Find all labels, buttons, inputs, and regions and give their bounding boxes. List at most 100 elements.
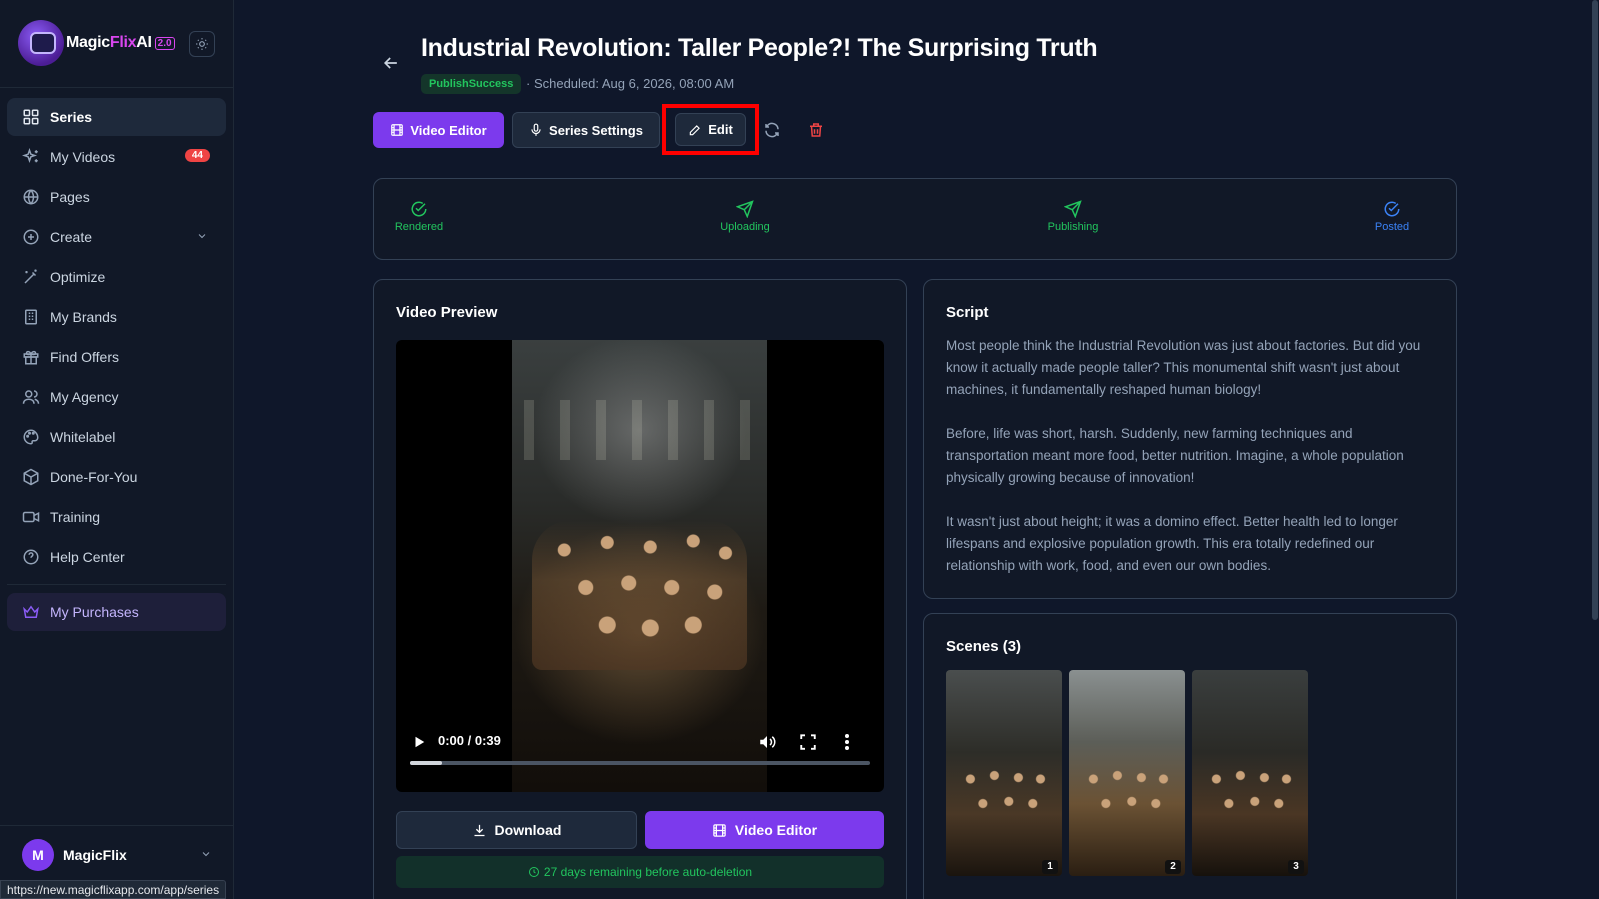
sidebar-divider <box>7 584 226 585</box>
app-logo[interactable]: MagicFlixAI 2.0 <box>18 20 175 66</box>
sidebar-item-label: Whitelabel <box>50 429 116 445</box>
sidebar-item-my-agency[interactable]: My Agency <box>7 378 226 416</box>
seek-bar[interactable] <box>410 761 870 765</box>
sidebar-item-my-brands[interactable]: My Brands <box>7 298 226 336</box>
video-preview-panel: Video Preview 0:00 / 0:39 Download Video… <box>373 279 907 899</box>
sidebar-item-label: Done-For-You <box>50 469 138 485</box>
clock-icon <box>528 867 539 877</box>
edit-button[interactable]: Edit <box>675 113 746 146</box>
chevron-down-icon <box>202 852 210 857</box>
sidebar-item-my-purchases[interactable]: My Purchases <box>7 593 226 631</box>
sparkles-icon <box>22 148 40 166</box>
sidebar-item-done-for-you[interactable]: Done-For-You <box>7 458 226 496</box>
refresh-icon[interactable] <box>763 121 781 139</box>
script-title: Script <box>946 304 989 321</box>
scene-thumbnail[interactable]: 3 <box>1192 670 1308 876</box>
video-time: 0:00 / 0:39 <box>438 733 501 748</box>
sidebar-header: MagicFlixAI 2.0 <box>0 0 233 88</box>
sidebar-item-label: Find Offers <box>50 349 119 365</box>
sidebar-item-find-offers[interactable]: Find Offers <box>7 338 226 376</box>
fullscreen-icon[interactable] <box>799 733 817 751</box>
step-rendered: Rendered <box>374 200 464 233</box>
users-icon <box>22 388 40 406</box>
sidebar-item-pages[interactable]: Pages <box>7 178 226 216</box>
microphone-icon <box>531 123 541 136</box>
script-panel: Script Most people think the Industrial … <box>923 279 1457 599</box>
user-name: MagicFlix <box>63 847 127 863</box>
scene-thumbnail[interactable]: 2 <box>1069 670 1185 876</box>
main-content: Industrial Revolution: Taller People?! T… <box>234 0 1599 899</box>
play-icon[interactable] <box>412 735 426 749</box>
factory-workers-image <box>532 520 747 670</box>
back-arrow-icon[interactable] <box>381 53 401 73</box>
logo-text: MagicFlixAI <box>66 34 152 51</box>
sidebar-nav: Series My Videos 44 Pages Create Optimiz… <box>0 88 233 631</box>
videos-count-badge: 44 <box>184 149 210 162</box>
send-icon <box>736 200 754 218</box>
sidebar-item-label: My Agency <box>50 389 119 405</box>
video-editor-bottom-button[interactable]: Video Editor <box>645 811 884 849</box>
video-icon <box>22 508 40 526</box>
help-circle-icon <box>22 548 40 566</box>
script-paragraph: Most people think the Industrial Revolut… <box>946 338 1421 397</box>
script-paragraph: Before, life was short, harsh. Suddenly,… <box>946 426 1404 485</box>
grid-icon <box>22 108 40 126</box>
sidebar-item-my-videos[interactable]: My Videos 44 <box>7 138 226 176</box>
sidebar-item-optimize[interactable]: Optimize <box>7 258 226 296</box>
sidebar-item-whitelabel[interactable]: Whitelabel <box>7 418 226 456</box>
edit-highlight: Edit <box>662 104 759 155</box>
sidebar-item-help-center[interactable]: Help Center <box>7 538 226 576</box>
video-editor-label: Video Editor <box>410 122 487 138</box>
volume-icon[interactable] <box>758 733 776 751</box>
sidebar-item-training[interactable]: Training <box>7 498 226 536</box>
logo-version: 2.0 <box>154 36 175 50</box>
sidebar-item-label: Help Center <box>50 549 125 565</box>
sidebar-item-series[interactable]: Series <box>7 98 226 136</box>
seek-progress <box>410 761 443 765</box>
sidebar-item-label: Series <box>50 109 93 125</box>
video-preview-title: Video Preview <box>396 304 498 321</box>
video-editor-button[interactable]: Video Editor <box>373 112 504 148</box>
sidebar-item-label: Pages <box>50 189 90 205</box>
step-posted: Posted <box>1347 200 1437 233</box>
series-settings-button[interactable]: Series Settings <box>512 112 660 148</box>
page-title: Industrial Revolution: Taller People?! T… <box>421 34 1098 62</box>
avatar: M <box>22 839 54 871</box>
video-player[interactable]: 0:00 / 0:39 <box>396 340 884 792</box>
film-icon <box>391 124 404 136</box>
step-uploading: Uploading <box>700 200 790 233</box>
sun-icon <box>196 38 208 50</box>
download-button[interactable]: Download <box>396 811 637 849</box>
trash-icon[interactable] <box>807 121 825 139</box>
globe-icon <box>22 188 40 206</box>
more-vertical-icon[interactable] <box>844 733 850 751</box>
video-editor-bottom-label: Video Editor <box>734 822 818 838</box>
pencil-icon <box>689 124 701 135</box>
scene-thumbnail[interactable]: 1 <box>946 670 1062 876</box>
step-label: Rendered <box>394 221 444 233</box>
script-body: Most people think the Industrial Revolut… <box>946 335 1436 599</box>
page-scrollbar[interactable] <box>1591 0 1599 899</box>
sidebar-item-label: My Brands <box>50 309 117 325</box>
theme-toggle-button[interactable] <box>189 31 215 57</box>
scrollbar-thumb[interactable] <box>1592 0 1598 620</box>
wand-icon <box>22 268 40 286</box>
crown-icon <box>22 603 40 621</box>
series-settings-label: Series Settings <box>549 122 643 138</box>
scene-number: 3 <box>1288 860 1304 874</box>
film-icon <box>713 823 726 837</box>
gift-icon <box>22 348 40 366</box>
download-icon <box>474 824 485 836</box>
sidebar-item-label: Optimize <box>50 269 106 285</box>
sidebar: MagicFlixAI 2.0 Series My Videos 44 Page… <box>0 0 234 899</box>
sidebar-item-label: Training <box>50 509 101 525</box>
auto-deletion-notice: 27 days remaining before auto-deletion <box>396 856 884 888</box>
robot-logo-icon <box>18 20 64 66</box>
scenes-title: Scenes (3) <box>946 638 1022 655</box>
publish-progress: Rendered Uploading Publishing Posted <box>373 178 1457 260</box>
link-preview-url: https://new.magicflixapp.com/app/series <box>0 880 227 899</box>
download-label: Download <box>494 822 562 838</box>
sidebar-item-create[interactable]: Create <box>7 218 226 256</box>
plus-circle-icon <box>22 228 40 246</box>
script-paragraph: It wasn't just about height; it was a do… <box>946 514 1398 573</box>
